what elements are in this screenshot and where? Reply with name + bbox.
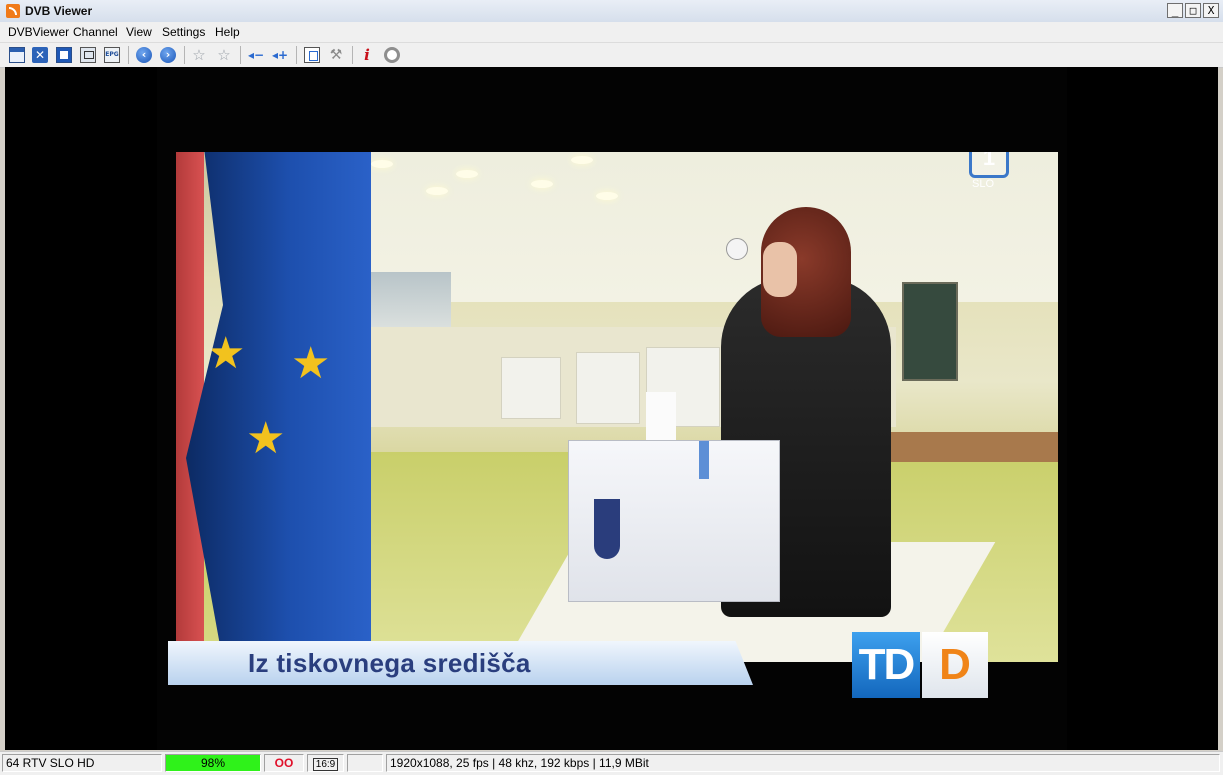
minimize-button[interactable]: _ [1167,3,1183,18]
previous-channel-icon[interactable]: ‹ [136,47,152,63]
video-display[interactable]: ★ ★ ★ 1 SLO Iz tiskovnega središča TD D [5,67,1218,750]
status-bar: 64 RTV SLO HD 98% OO 16:9 1920x1088, 25 … [0,751,1223,775]
voting-booth [501,357,561,419]
title-bar: DVB Viewer _ □ X [0,0,1223,23]
signal-strength: 98% [165,754,261,772]
ceiling-lamp [571,156,593,164]
stream-info: 1920x1088, 25 fps | 48 khz, 192 kbps | 1… [386,754,1220,772]
eu-flag: ★ ★ ★ [186,152,371,662]
aspect-ratio: 16:9 [307,754,344,772]
epg-icon[interactable]: EPG [104,47,120,63]
record-icon[interactable] [384,47,400,63]
status-channel: 64 RTV SLO HD [2,754,162,772]
toolbar-separator [296,46,297,64]
info-icon[interactable]: i [359,47,375,63]
voter-face [763,242,797,297]
wall-clock [726,238,748,260]
ceiling-lamp [371,160,393,168]
next-channel-icon[interactable]: › [160,47,176,63]
close-button[interactable]: X [1203,3,1219,18]
toolbar-separator [184,46,185,64]
app-rss-icon [6,4,20,18]
window-controls: _ □ X [1167,3,1219,18]
toolbar-separator [240,46,241,64]
show-logo: TD D [852,632,988,698]
menu-dvbviewer[interactable]: DVBViewer [8,25,69,39]
volume-down-icon[interactable]: ◂− [248,47,264,63]
menu-help[interactable]: Help [215,25,240,39]
caption-text: Iz tiskovnega središča [248,648,531,678]
toolbar: EPG ‹ › ☆ ☆ ◂− ◂+ ⚒ i [0,43,1223,68]
channel-logo-text: SLO [972,178,995,190]
show-logo-d: D [922,632,988,698]
broadcast-scene: ★ ★ ★ 1 SLO [176,152,1058,662]
aspect-ratio-label: 16:9 [312,758,339,771]
ballot-tape [699,441,709,479]
channel-logo-number: 1 [969,152,1009,178]
bench [866,432,1058,462]
status-empty [347,754,383,772]
channel-logo: 1 SLO [969,152,1009,212]
teletext-icon[interactable] [56,47,72,63]
window-mode-icon[interactable] [9,47,25,63]
video-frame: ★ ★ ★ 1 SLO Iz tiskovnega središča TD D [157,67,1067,750]
volume-up-icon[interactable]: ◂+ [272,47,288,63]
voting-booth [576,352,640,424]
flag-star: ★ [206,328,246,379]
ballot-box [568,440,780,602]
tools-icon[interactable]: ⚒ [328,47,344,63]
ceiling-lamp [456,170,478,178]
toolbar-separator [128,46,129,64]
caption-banner: Iz tiskovnega središča [168,641,753,685]
favorite-icon[interactable]: ☆ [191,47,207,63]
menu-settings[interactable]: Settings [162,25,205,39]
show-logo-td: TD [852,632,920,698]
ceiling-lamp [426,187,448,195]
ceiling-lamp [531,180,553,188]
flag-star: ★ [246,413,286,464]
window-title: DVB Viewer [25,4,93,18]
dolby-icon: OO [264,754,304,772]
flag-star: ★ [291,338,331,389]
menu-bar: DVBViewer Channel View Settings Help [0,22,1223,43]
menu-channel[interactable]: Channel [73,25,118,39]
fullscreen-icon[interactable] [32,47,48,63]
coat-of-arms-icon [594,499,620,559]
notice-board [902,282,958,381]
favorite-add-icon[interactable]: ☆ [216,47,232,63]
ceiling-lamp [596,192,618,200]
toolbar-separator [352,46,353,64]
maximize-button[interactable]: □ [1185,3,1201,18]
copy-icon[interactable] [304,47,320,63]
osd-icon[interactable] [80,47,96,63]
menu-view[interactable]: View [126,25,152,39]
